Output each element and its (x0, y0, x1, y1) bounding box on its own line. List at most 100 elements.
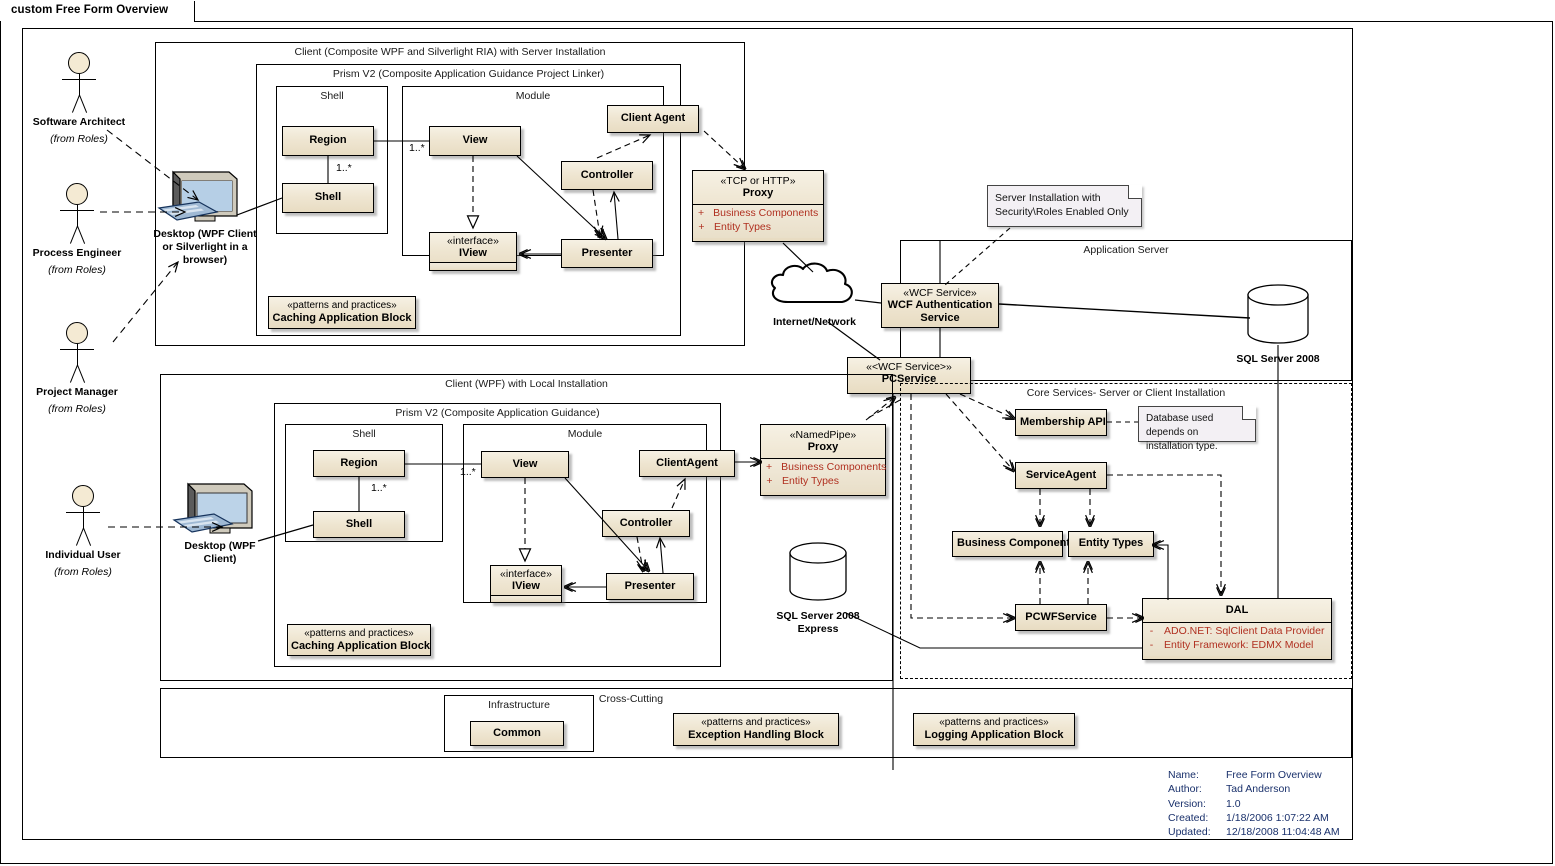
class-name: Caching Application Block (272, 311, 412, 324)
class-caching-block-wpf[interactable]: «patterns and practices» Caching Applica… (287, 624, 431, 656)
class-membership-api[interactable]: Membership API (1015, 409, 1107, 436)
note-database-used: Database used depends on installation ty… (1138, 406, 1256, 452)
class-dal[interactable]: DAL - ADO.NET: SqlClient Data Provider -… (1142, 598, 1332, 660)
class-presenter-ria[interactable]: Presenter (561, 239, 653, 268)
actor-software-architect[interactable]: Software Architect (from Roles) (24, 52, 134, 145)
metadata-value: 1/18/2006 1:07:22 AM (1226, 811, 1329, 824)
actor-figure-icon (22, 183, 132, 245)
class-service-agent[interactable]: ServiceAgent (1015, 462, 1107, 489)
class-client-agent-wpf[interactable]: ClientAgent (639, 450, 735, 477)
note-text: Server Installation with Security\Roles … (995, 192, 1129, 219)
package-title: Client (WPF) with Local Installation (445, 378, 608, 390)
class-controller-wpf[interactable]: Controller (602, 510, 690, 537)
class-stereotype: «interface» (447, 235, 499, 247)
node-sql-server-express[interactable]: SQL Server 2008 Express (758, 542, 878, 636)
class-name: Client Agent (620, 112, 686, 124)
package-title: Prism V2 (Composite Application Guidance… (332, 68, 605, 80)
class-stereotype: «patterns and practices» (304, 628, 414, 639)
feature-row: + Business Components (698, 207, 819, 220)
database-cylinder-icon (1247, 284, 1309, 344)
class-name: Common (493, 727, 541, 739)
class-entity-types[interactable]: Entity Types (1068, 531, 1154, 557)
metadata-key: Name: (1168, 769, 1199, 781)
class-stereotype: «NamedPipe» (789, 429, 857, 441)
class-wcf-authentication-service[interactable]: «WCF Service» WCF Authentication Service (881, 283, 999, 328)
tab-slant-divider (148, 1, 170, 22)
class-name: Business Component (957, 537, 1071, 549)
group-title: Shell (352, 428, 376, 440)
actor-name: Project Manager (36, 386, 118, 398)
actor-project-manager[interactable]: Project Manager (from Roles) (22, 322, 132, 415)
actor-process-engineer[interactable]: Process Engineer (from Roles) (22, 183, 132, 276)
actor-figure-icon (22, 322, 132, 384)
class-presenter-wpf[interactable]: Presenter (606, 573, 694, 600)
note-text: Database used depends on installation ty… (1146, 413, 1218, 452)
actor-from: (from Roles) (50, 133, 108, 145)
class-name: Shell (345, 518, 373, 530)
group-title: Module (567, 428, 603, 440)
class-name: Controller (619, 517, 673, 529)
class-common[interactable]: Common (470, 721, 564, 746)
feature-row: + Entity Types (766, 475, 840, 488)
multiplicity-shell-wpf: 1..* (371, 482, 387, 494)
metadata-value: 1.0 (1226, 797, 1241, 810)
class-business-component[interactable]: Business Component (952, 531, 1071, 557)
group-title: Shell (320, 90, 344, 102)
node-sql-server-2008[interactable]: SQL Server 2008 (1218, 283, 1338, 366)
class-client-agent-ria[interactable]: Client Agent (607, 105, 699, 133)
actor-name: Process Engineer (32, 247, 122, 259)
class-view-wpf[interactable]: View (481, 451, 569, 478)
actor-individual-user[interactable]: Individual User (from Roles) (28, 485, 138, 578)
metadata-row: Version: 1.0 (1168, 797, 1340, 811)
multiplicity-shell-ria: 1..* (336, 162, 352, 174)
class-name: ServiceAgent (1025, 469, 1097, 481)
class-proxy-tcp-http[interactable]: «TCP or HTTP» Proxy + Business Component… (692, 170, 824, 242)
class-shell-ria[interactable]: Shell (282, 183, 374, 213)
class-caching-block-ria[interactable]: «patterns and practices» Caching Applica… (268, 296, 416, 329)
feature-row: - Entity Framework: EDMX Model (1149, 638, 1314, 651)
class-name: Membership API (1020, 416, 1106, 428)
class-stereotype: «interface» (500, 568, 552, 580)
class-name: DAL (1225, 604, 1249, 616)
node-label: Internet/Network (773, 316, 856, 328)
class-name: Shell (314, 191, 342, 203)
class-name: View (512, 458, 538, 470)
class-view-ria[interactable]: View (429, 126, 521, 156)
class-region-wpf[interactable]: Region (313, 450, 405, 477)
node-internet-network[interactable]: Internet/Network (762, 258, 867, 330)
multiplicity-view-wpf: 1..* (460, 466, 476, 478)
class-shell-wpf[interactable]: Shell (313, 511, 405, 538)
note-server-installation: Server Installation with Security\Roles … (987, 185, 1142, 227)
actor-from: (from Roles) (54, 566, 112, 578)
class-exception-handling-block[interactable]: «patterns and practices» Exception Handl… (673, 713, 839, 746)
class-stereotype: «TCP or HTTP» (720, 175, 796, 187)
note-fold-icon (1242, 406, 1256, 420)
actor-figure-icon (24, 52, 134, 114)
diagram-metadata: Name: Free Form Overview Author: Tad And… (1168, 768, 1340, 839)
multiplicity-view-ria: 1..* (409, 142, 425, 154)
cloud-icon (770, 262, 853, 304)
class-name: Proxy (807, 441, 839, 454)
actor-from: (from Roles) (48, 264, 106, 276)
class-logging-application-block[interactable]: «patterns and practices» Logging Applica… (913, 713, 1075, 746)
class-iview-wpf[interactable]: «interface» IView (490, 565, 562, 603)
metadata-key: Version: (1168, 797, 1206, 810)
class-name: Proxy (742, 187, 774, 200)
metadata-value: 12/18/2008 11:04:48 AM (1226, 826, 1340, 839)
metadata-row: Name: Free Form Overview (1168, 768, 1340, 782)
group-title: Module (515, 90, 551, 102)
class-pcwf-service[interactable]: PCWFService (1015, 604, 1107, 631)
database-cylinder-icon (789, 542, 847, 601)
class-controller-ria[interactable]: Controller (561, 161, 653, 190)
feature-row: + Entity Types (698, 221, 772, 234)
class-name: Exception Handling Block (688, 728, 824, 741)
package-title: Application Server (1083, 244, 1169, 256)
class-name: Region (340, 457, 378, 469)
metadata-row: Updated: 12/18/2008 11:04:48 AM (1168, 825, 1340, 839)
class-proxy-named-pipe[interactable]: «NamedPipe» Proxy + Business Components … (760, 424, 886, 496)
package-title: Prism V2 (Composite Application Guidance… (395, 407, 600, 419)
class-region-ria[interactable]: Region (282, 126, 374, 156)
group-title: Infrastructure (488, 699, 550, 711)
package-title: Client (Composite WPF and Silverlight RI… (294, 46, 606, 58)
class-iview-ria[interactable]: «interface» IView (429, 232, 517, 271)
